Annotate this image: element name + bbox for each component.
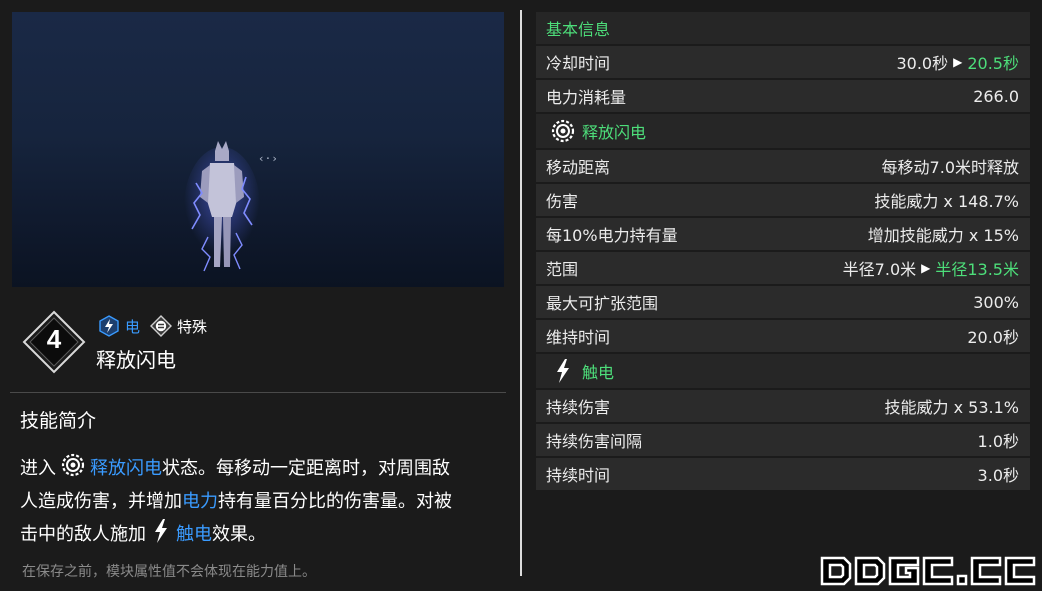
description-text: 击中的敌人施加: [20, 524, 146, 545]
stat-value: 技能威力 x 53.1%: [884, 398, 1019, 417]
skill-tags: 电 特殊: [98, 315, 217, 337]
stat-value: 1.0秒: [977, 432, 1019, 451]
stat-row-move-distance: 移动距离 每移动7.0米时释放: [536, 150, 1030, 182]
description-text: 人造成伤害，并增加: [20, 491, 182, 512]
preview-cursor-marker: ‹·›: [258, 152, 278, 165]
divider: [10, 392, 506, 393]
description-text: 状态。每移动一定距离时，对周围敌: [162, 458, 450, 479]
stat-value: 半径7.0米 ▶ 半径13.5米: [843, 256, 1019, 280]
shock-icon: [557, 359, 569, 383]
stat-row-dot-damage: 持续伤害 技能威力 x 53.1%: [536, 390, 1030, 422]
stat-label: 持续伤害间隔: [546, 432, 643, 451]
shock-icon: [155, 519, 167, 543]
watermark-logo: [820, 556, 1036, 586]
lightning-release-icon: [551, 119, 575, 143]
stat-label: 每10%电力持有量: [546, 226, 678, 245]
stat-old-value: 半径7.0米: [842, 260, 917, 279]
shock-link[interactable]: 触电: [176, 524, 212, 545]
stat-row-per-mp: 每10%电力持有量 增加技能威力 x 15%: [536, 218, 1030, 250]
mp-link[interactable]: 电力: [182, 491, 218, 512]
arrow-right-icon: ▶: [921, 261, 931, 275]
release-lightning-link[interactable]: 释放闪电: [90, 458, 162, 479]
stat-row-range: 范围 半径7.0米 ▶ 半径13.5米: [536, 252, 1030, 284]
stat-row-dot-interval: 持续伤害间隔 1.0秒: [536, 424, 1030, 456]
section-release-lightning: 释放闪电: [536, 114, 1030, 148]
arrow-right-icon: ▶: [953, 55, 963, 69]
tag-electric: 电: [98, 315, 140, 337]
stat-new-value: 20.5秒: [967, 54, 1019, 73]
tag-special-label: 特殊: [177, 317, 208, 336]
stat-label: 范围: [546, 260, 579, 279]
tag-special: 特殊: [150, 315, 207, 337]
section-title: 基本信息: [546, 20, 611, 39]
save-note: 在保存之前，模块属性值不会体现在能力值上。: [22, 564, 316, 580]
stat-value: 3.0秒: [977, 466, 1019, 485]
stat-new-value: 半径13.5米: [935, 260, 1019, 279]
stat-row-mp-cost: 电力消耗量 266.0: [536, 80, 1030, 112]
module-detail-window: ‹·› 4 电 特殊 释放闪电 技能简介 进入 释放闪电状态。每移动一定距离时，…: [0, 0, 1042, 591]
stat-row-cooldown: 冷却时间 30.0秒 ▶ 20.5秒: [536, 46, 1030, 78]
electric-icon: [99, 315, 119, 337]
stat-label: 冷却时间: [546, 54, 611, 73]
stat-value: 技能威力 x 148.7%: [874, 192, 1019, 211]
section-shock: 触电: [536, 354, 1030, 388]
stat-row-duration: 维持时间 20.0秒: [536, 320, 1030, 352]
stat-row-dot-duration: 持续时间 3.0秒: [536, 458, 1030, 490]
stat-row-damage: 伤害 技能威力 x 148.7%: [536, 184, 1030, 216]
description-text: 进入: [20, 458, 56, 479]
stat-value: 30.0秒 ▶ 20.5秒: [896, 50, 1019, 74]
stat-label: 伤害: [546, 192, 579, 211]
description-text: 效果。: [212, 524, 266, 545]
rank-number: 4: [46, 324, 62, 354]
stat-row-max-range: 最大可扩张范围 300%: [536, 286, 1030, 318]
character-figure-image: [184, 141, 260, 272]
stats-panel: 基本信息 冷却时间 30.0秒 ▶ 20.5秒 电力消耗量 266.0 释放闪电…: [536, 12, 1030, 492]
description-title: 技能简介: [20, 410, 97, 432]
tag-electric-label: 电: [125, 317, 141, 336]
skill-name: 释放闪电: [96, 348, 176, 372]
skill-header: 4 电 特殊 释放闪电: [22, 310, 502, 374]
description-line-1: 进入 释放闪电状态。每移动一定距离时，对周围敌: [20, 452, 500, 485]
section-basic-info: 基本信息: [536, 12, 1030, 44]
lightning-release-icon: [61, 453, 85, 477]
stat-label: 最大可扩张范围: [546, 294, 659, 313]
stat-label: 持续伤害: [546, 398, 611, 417]
section-title: 释放闪电: [582, 123, 647, 142]
stat-label: 维持时间: [546, 328, 611, 347]
special-icon: [150, 315, 173, 337]
stat-value: 20.0秒: [967, 328, 1019, 347]
description-line-2: 人造成伤害，并增加电力持有量百分比的伤害量。对被: [20, 485, 500, 518]
description-line-3: 击中的敌人施加 触电效果。: [20, 518, 500, 551]
stat-value: 增加技能威力 x 15%: [867, 226, 1019, 245]
skill-preview-video: ‹·›: [12, 12, 504, 287]
stat-label: 持续时间: [546, 466, 611, 485]
stat-label: 电力消耗量: [546, 88, 627, 107]
stat-old-value: 30.0秒: [896, 54, 949, 73]
section-title: 触电: [582, 363, 615, 382]
stat-value: 300%: [973, 292, 1019, 312]
stat-value: 每移动7.0米时释放: [881, 158, 1019, 177]
panel-separator: [520, 10, 522, 576]
description-text: 持有量百分比的伤害量。对被: [218, 491, 452, 512]
stat-value: 266.0: [973, 86, 1019, 106]
description-body: 进入 释放闪电状态。每移动一定距离时，对周围敌 人造成伤害，并增加电力持有量百分…: [20, 452, 500, 551]
stat-label: 移动距离: [546, 158, 611, 177]
